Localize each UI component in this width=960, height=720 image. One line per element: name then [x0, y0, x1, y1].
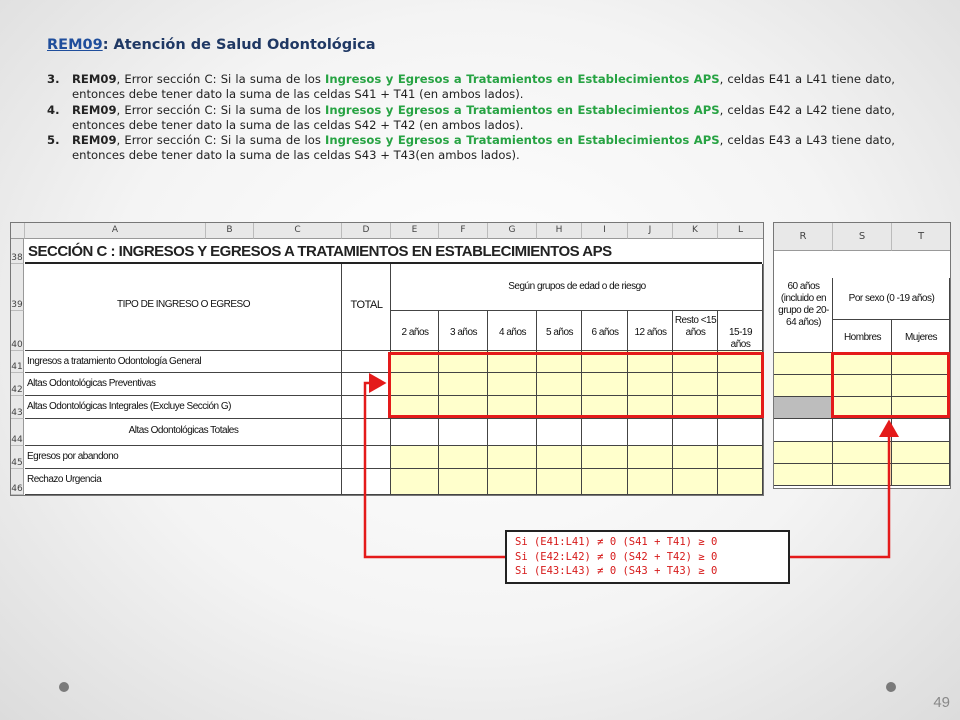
- page-number: 49: [933, 694, 950, 711]
- decor-dot: [886, 682, 896, 692]
- decor-dot: [59, 682, 69, 692]
- formula-line: Si (E41:L41) ≠ 0 (S41 + T41) ≥ 0: [515, 536, 718, 548]
- connector-arrows: [363, 373, 899, 559]
- formula-line: Si (E43:L43) ≠ 0 (S43 + T43) ≥ 0: [515, 565, 718, 577]
- arrow-right: [790, 419, 899, 559]
- formula-line: Si (E42:L42) ≠ 0 (S42 + T42) ≥ 0: [515, 550, 718, 563]
- arrow-left: [363, 373, 505, 559]
- formula-box: Si (E41:L41) ≠ 0 (S41 + T41) ≥ 0 Si (E42…: [505, 530, 790, 584]
